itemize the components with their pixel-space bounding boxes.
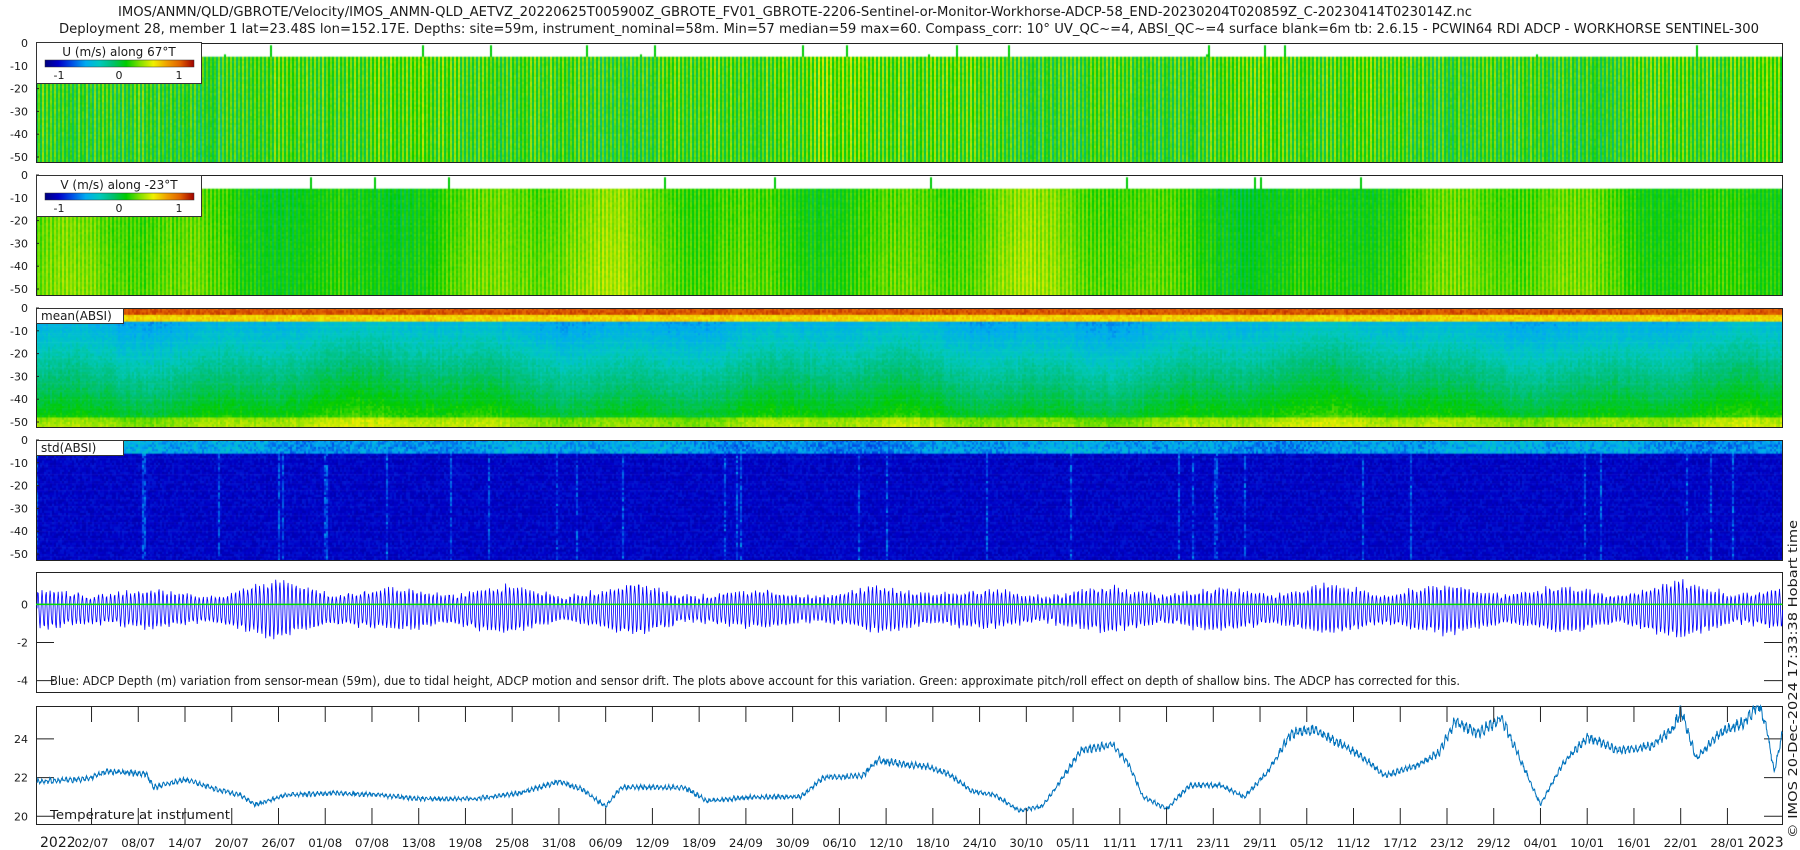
v-legend: V (m/s) along -23°T -1 0 1 [36, 175, 202, 217]
x-tick-label: 05/12 [1290, 836, 1324, 850]
depth-tick-label: -30 [10, 502, 28, 515]
depth-tick-label: -20 [10, 83, 28, 96]
x-tick-label: 17/12 [1383, 836, 1417, 850]
panel-frame [36, 43, 1783, 163]
panel-frame [36, 440, 1783, 561]
y-tick-label: 20 [14, 810, 28, 823]
depth-tick-label: -30 [10, 105, 28, 118]
x-tick-label: 07/08 [355, 836, 389, 850]
depth-tick-label: -40 [10, 393, 28, 406]
x-tick-label: 13/08 [402, 836, 436, 850]
x-tick-label: 01/08 [308, 836, 342, 850]
x-tick-label: 28/01 [1710, 836, 1744, 850]
v-colorbar-tick-label: -1 [54, 202, 65, 215]
depth-tick-label: -20 [10, 348, 28, 361]
depth-tick-label: 0 [21, 302, 28, 315]
figure-title-line2: Deployment 28, member 1 lat=23.48S lon=1… [59, 22, 1759, 37]
x-tick-label: 06/10 [822, 836, 856, 850]
depth-tick-label: 0 [21, 37, 28, 50]
x-tick-label: 11/11 [1103, 836, 1137, 850]
adcp-figure: IMOS/ANMN/QLD/GBROTE/Velocity/IMOS_ANMN-… [0, 0, 1800, 850]
depth-tick-label: -50 [10, 151, 28, 164]
u-colorbar-tick-label: -1 [54, 69, 65, 82]
depth-tick-label: -30 [10, 370, 28, 383]
y-tick-label: -2 [17, 636, 28, 649]
y-tick-label: 24 [14, 733, 28, 746]
x-tick-label: 24/10 [963, 836, 997, 850]
y-tick-label: 22 [14, 772, 28, 785]
panel-frame [36, 175, 1783, 296]
depth-tick-label: -50 [10, 416, 28, 429]
x-tick-label: 17/11 [1150, 836, 1184, 850]
x-tick-label: 11/12 [1337, 836, 1371, 850]
x-tick-label: 05/11 [1056, 836, 1090, 850]
depth-tick-label: -30 [10, 237, 28, 250]
mean-absi-legend-label: mean(ABSI) [41, 309, 112, 323]
x-tick-label: 20/07 [215, 836, 249, 850]
depth-tick-label: -10 [10, 457, 28, 470]
v-legend-label: V (m/s) along -23°T [60, 178, 178, 192]
depth-tick-label: -40 [10, 260, 28, 273]
u-legend: U (m/s) along 67°T -1 0 1 [36, 42, 202, 84]
depth-tick-label: -20 [10, 215, 28, 228]
std-absi-legend: std(ABSI) [36, 440, 124, 456]
x-tick-label: 06/09 [589, 836, 623, 850]
x-tick-label: 26/07 [261, 836, 295, 850]
x-tick-label: 12/10 [869, 836, 903, 850]
year-start-label: 2022 [40, 835, 76, 850]
panel-frame [36, 706, 1783, 825]
x-tick-label: 18/09 [682, 836, 716, 850]
figure-title-line1: IMOS/ANMN/QLD/GBROTE/Velocity/IMOS_ANMN-… [118, 5, 1472, 20]
depth-tick-label: -10 [10, 192, 28, 205]
depth-tick-label: -50 [10, 548, 28, 561]
x-tick-label: 29/12 [1477, 836, 1511, 850]
v-colorbar [44, 192, 195, 201]
axes-layer: 0-10-20-30-40-500-10-20-30-40-500-10-20-… [10, 37, 1783, 850]
credit-timestamp: © IMOS 20-Dec-2024 17:33:38 Hobart time [1786, 520, 1800, 838]
depth-annotation: Blue: ADCP Depth (m) variation from sens… [50, 674, 1460, 688]
temperature-line [36, 704, 1783, 813]
mean-absi-legend: mean(ABSI) [36, 308, 124, 324]
v-colorbar-tick-label: 0 [116, 202, 123, 215]
x-tick-label: 16/01 [1617, 836, 1651, 850]
u-colorbar-tick-label: 1 [176, 69, 183, 82]
depth-tick-label: -20 [10, 480, 28, 493]
y-tick-label: 0 [21, 598, 28, 611]
depth-tick-label: -40 [10, 128, 28, 141]
x-tick-label: 23/11 [1196, 836, 1230, 850]
x-tick-label: 29/11 [1243, 836, 1277, 850]
x-tick-label: 30/10 [1009, 836, 1043, 850]
x-tick-label: 14/07 [168, 836, 202, 850]
y-tick-label: -4 [17, 675, 28, 688]
u-colorbar-tick-label: 0 [116, 69, 123, 82]
figure-overlay: IMOS/ANMN/QLD/GBROTE/Velocity/IMOS_ANMN-… [10, 5, 1800, 850]
depth-variation-line [36, 579, 1783, 640]
u-legend-label: U (m/s) along 67°T [62, 45, 176, 59]
u-colorbar [44, 59, 195, 68]
x-tick-label: 22/01 [1664, 836, 1698, 850]
x-tick-label: 25/08 [495, 836, 529, 850]
x-tick-label: 02/07 [75, 836, 109, 850]
std-absi-legend-label: std(ABSI) [41, 441, 96, 455]
depth-tick-label: 0 [21, 169, 28, 182]
x-tick-label: 04/01 [1523, 836, 1557, 850]
depth-tick-label: -10 [10, 60, 28, 73]
temperature-annotation: Temperature at instrument [49, 808, 230, 822]
year-end-label: 2023 [1748, 835, 1784, 850]
x-tick-label: 18/10 [916, 836, 950, 850]
x-tick-label: 08/07 [121, 836, 155, 850]
v-colorbar-tick-label: 1 [176, 202, 183, 215]
depth-tick-label: -50 [10, 283, 28, 296]
x-tick-label: 10/01 [1570, 836, 1604, 850]
depth-tick-label: -40 [10, 525, 28, 538]
depth-tick-label: -10 [10, 325, 28, 338]
x-tick-label: 30/09 [776, 836, 810, 850]
x-tick-label: 19/08 [448, 836, 482, 850]
x-tick-label: 23/12 [1430, 836, 1464, 850]
panel-frame [36, 308, 1783, 428]
depth-tick-label: 0 [21, 434, 28, 447]
x-tick-label: 31/08 [542, 836, 576, 850]
x-tick-label: 12/09 [635, 836, 669, 850]
x-tick-label: 24/09 [729, 836, 763, 850]
